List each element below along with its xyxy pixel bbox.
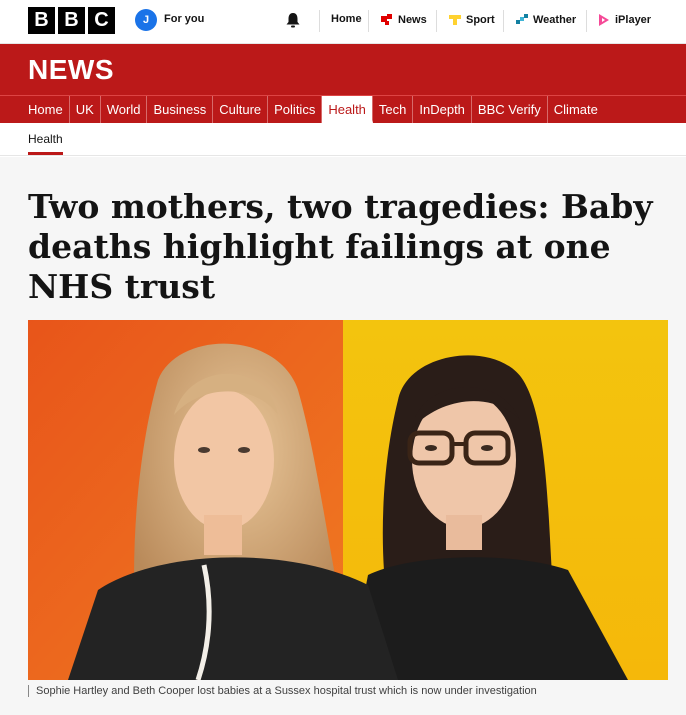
article-headline: Two mothers, two tragedies: Baby deaths … <box>28 187 653 306</box>
divider <box>503 10 504 32</box>
logo-letter: B <box>58 7 85 34</box>
for-you-link[interactable]: For you <box>164 13 204 25</box>
nav-sport-label: Sport <box>466 14 495 26</box>
logo-letter: B <box>28 7 55 34</box>
logo-letter: C <box>88 7 115 34</box>
nav-weather-label: Weather <box>533 14 577 26</box>
nav-news[interactable]: News <box>380 13 427 27</box>
iplayer-icon <box>599 14 609 26</box>
top-bar: B B C J For you Home News Sport Weather … <box>0 0 686 44</box>
section-politics[interactable]: Politics <box>268 96 323 123</box>
section-nav: Home UK World Business Culture Politics … <box>0 95 686 123</box>
nav-home[interactable]: Home <box>331 13 362 25</box>
nav-home-label: Home <box>331 13 362 25</box>
image-caption: Sophie Hartley and Beth Cooper lost babi… <box>28 685 537 697</box>
nav-iplayer[interactable]: iPlayer <box>597 13 651 27</box>
sub-nav: Health <box>0 123 686 156</box>
divider <box>436 10 437 32</box>
section-bbc-verify[interactable]: BBC Verify <box>472 96 548 123</box>
section-tech[interactable]: Tech <box>373 96 414 123</box>
avatar[interactable]: J <box>135 9 157 31</box>
section-climate[interactable]: Climate <box>548 96 604 123</box>
section-world[interactable]: World <box>101 96 148 123</box>
section-culture[interactable]: Culture <box>213 96 269 123</box>
bbc-logo[interactable]: B B C <box>28 7 115 34</box>
nav-sport[interactable]: Sport <box>448 13 495 27</box>
section-business[interactable]: Business <box>147 96 214 123</box>
section-indepth[interactable]: InDepth <box>413 96 472 123</box>
weather-icon <box>516 14 528 24</box>
news-icon <box>381 14 392 25</box>
news-title[interactable]: NEWS <box>28 54 114 86</box>
divider <box>319 10 320 32</box>
hero-image <box>28 320 668 680</box>
nav-iplayer-label: iPlayer <box>615 14 652 26</box>
divider <box>586 10 587 32</box>
breadcrumb[interactable]: Health <box>28 132 63 155</box>
news-banner: NEWS <box>0 44 686 95</box>
divider <box>368 10 369 32</box>
section-home[interactable]: Home <box>22 96 70 123</box>
article-main: Two mothers, two tragedies: Baby deaths … <box>0 157 686 715</box>
nav-news-label: News <box>398 14 427 26</box>
section-uk[interactable]: UK <box>70 96 101 123</box>
nav-weather[interactable]: Weather <box>515 13 576 27</box>
bell-icon[interactable] <box>284 11 302 29</box>
section-health[interactable]: Health <box>322 96 373 123</box>
sport-icon <box>449 15 461 25</box>
